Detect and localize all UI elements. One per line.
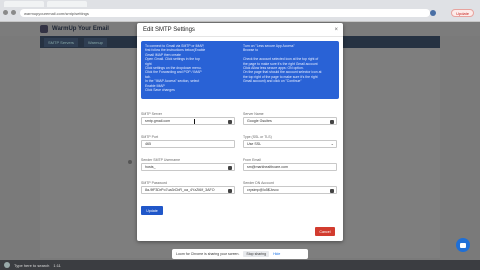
chevron-down-icon: ⌄ bbox=[330, 141, 334, 146]
browser-tab[interactable] bbox=[4, 1, 44, 7]
nav-item-warmup[interactable]: Warmup bbox=[83, 37, 107, 47]
update-button-label: Update bbox=[146, 208, 158, 213]
username-value: hosts_ bbox=[145, 165, 156, 169]
username-field: Sender SMTP Username hosts_ bbox=[141, 158, 235, 171]
app-logo-icon bbox=[40, 25, 48, 33]
close-icon[interactable]: × bbox=[334, 27, 338, 33]
from-email-input[interactable]: sm@markhealthcare.com bbox=[243, 163, 337, 171]
from-name-field: Sender DN Account crysimp@lo5$Jcvcc bbox=[243, 181, 337, 194]
from-name-value: crysimp@lo5$Jcvcc bbox=[247, 188, 279, 192]
type-field: Type (SSL or TLS) Use SSL ⌄ bbox=[243, 135, 337, 148]
type-value: Use SSL bbox=[247, 142, 262, 146]
smtp-server-value: smtp.gmail.com bbox=[145, 119, 171, 123]
from-email-field: From Email sm@markhealthcare.com bbox=[243, 158, 337, 171]
type-select[interactable]: Use SSL ⌄ bbox=[243, 140, 337, 148]
nav-item-smtp[interactable]: SMTP Servers bbox=[44, 37, 78, 47]
field-icon bbox=[330, 119, 334, 124]
smtp-server-field: SMTP Server smtp.gmail.com bbox=[141, 112, 235, 125]
modal-header: Edit SMTP Settings bbox=[137, 23, 343, 37]
browser-tab[interactable] bbox=[47, 1, 87, 7]
share-text: Loom for Chrome is sharing your screen. bbox=[176, 252, 240, 256]
app-title: WarmUp Your Email bbox=[52, 26, 109, 32]
reload-icon[interactable] bbox=[11, 10, 16, 15]
cancel-button[interactable]: Cancel bbox=[315, 227, 335, 236]
smtp-settings-modal: Edit SMTP Settings × To connect to Gmail… bbox=[137, 23, 343, 241]
server-name-field: Server Name Google Gsuites bbox=[243, 112, 337, 125]
field-icon bbox=[228, 165, 232, 170]
chat-icon bbox=[460, 242, 466, 248]
stop-sharing-button[interactable]: Stop sharing bbox=[243, 251, 270, 257]
smtp-server-input[interactable]: smtp.gmail.com bbox=[141, 117, 235, 125]
update-label: Update bbox=[456, 10, 469, 16]
field-icon bbox=[228, 119, 232, 124]
browser-chrome: warmupyouremail.com/smtp/settings Update bbox=[0, 0, 480, 22]
url-text: warmupyouremail.com/smtp/settings bbox=[24, 10, 89, 16]
taskbar-badge: 1:11 bbox=[53, 262, 61, 268]
tab-strip bbox=[0, 0, 480, 8]
instruction-line: Gmail account) and click on "Continue" bbox=[243, 79, 302, 84]
address-bar[interactable]: warmupyouremail.com/smtp/settings bbox=[20, 9, 430, 17]
update-button[interactable]: Update bbox=[141, 206, 163, 215]
start-icon[interactable] bbox=[4, 262, 10, 268]
field-icon bbox=[330, 188, 334, 193]
from-name-input[interactable]: crysimp@lo5$Jcvcc bbox=[243, 186, 337, 194]
chat-button[interactable] bbox=[456, 238, 470, 252]
profile-avatar[interactable] bbox=[430, 10, 436, 16]
smtp-port-input[interactable]: 465 bbox=[141, 140, 235, 148]
back-icon[interactable] bbox=[3, 10, 8, 15]
smtp-port-field: SMTP Port 465 bbox=[141, 135, 235, 148]
from-email-value: sm@markhealthcare.com bbox=[247, 165, 288, 169]
eye-icon[interactable] bbox=[228, 188, 232, 193]
text-cursor-icon bbox=[194, 119, 195, 124]
instruction-line: Click Save changes bbox=[145, 88, 175, 93]
password-field: SMTP Password 8a-9fF3DrPo7ua3rCbR_oa_4Yz… bbox=[141, 181, 235, 194]
gmail-instructions-panel: To connect to Gmail via SMTP or IMAP, fi… bbox=[141, 41, 339, 99]
cancel-button-label: Cancel bbox=[319, 229, 331, 234]
os-taskbar: Type here to search 1:11 bbox=[0, 260, 480, 270]
instructions-right: Turn on "Less secure App Access" Browse … bbox=[243, 44, 335, 96]
browser-update-button[interactable]: Update bbox=[451, 9, 474, 17]
screen-share-bar: Loom for Chrome is sharing your screen. … bbox=[172, 249, 308, 259]
password-input[interactable]: 8a-9fF3DrPo7ua3rCbR_oa_4YzZi6/f_3AFO bbox=[141, 186, 235, 194]
server-name-input[interactable]: Google Gsuites bbox=[243, 117, 337, 125]
instructions-left: To connect to Gmail via SMTP or IMAP, fi… bbox=[145, 44, 237, 96]
server-name-value: Google Gsuites bbox=[247, 119, 272, 123]
smtp-port-value: 465 bbox=[145, 142, 151, 146]
bg-toggle-icon bbox=[128, 160, 132, 164]
hide-button[interactable]: Hide bbox=[273, 252, 280, 256]
taskbar-search[interactable]: Type here to search bbox=[14, 263, 49, 268]
password-value: 8a-9fF3DrPo7ua3rCbR_oa_4YzZi6/f_3AFO bbox=[145, 188, 215, 192]
modal-title: Edit SMTP Settings bbox=[143, 26, 195, 33]
username-input[interactable]: hosts_ bbox=[141, 163, 235, 171]
